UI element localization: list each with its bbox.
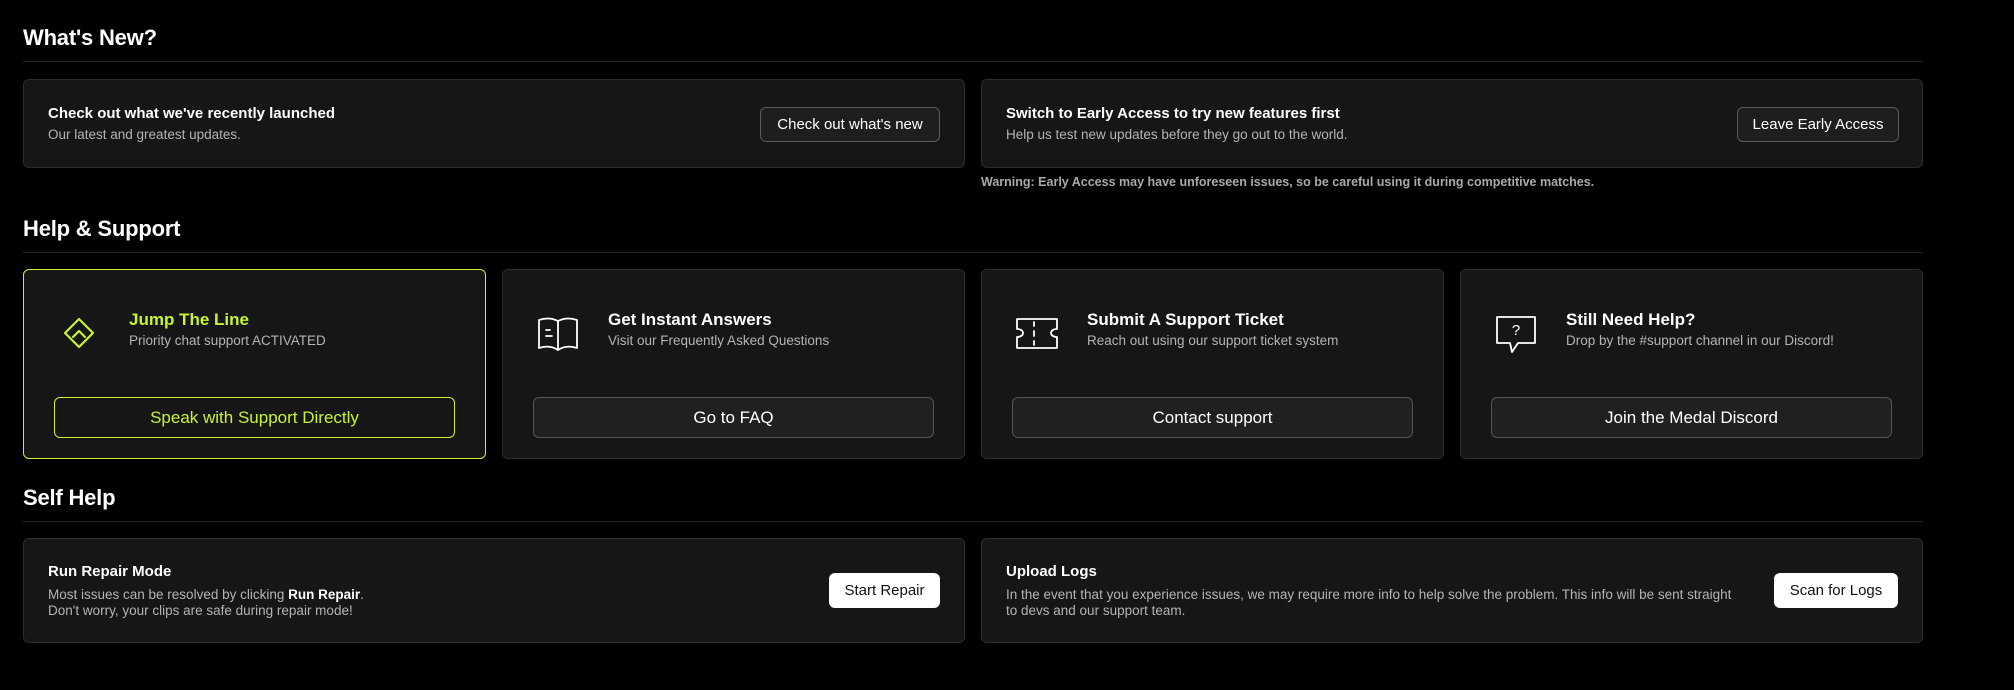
jump-the-line-title: Jump The Line: [129, 310, 249, 329]
still-need-help-title: Still Need Help?: [1566, 310, 1696, 329]
early-access-desc: Help us test new updates before they go …: [1006, 127, 1348, 142]
early-access-warning: Warning: Early Access may have unforesee…: [981, 175, 1595, 189]
repair-mode-card: Run Repair Mode Most issues can be resol…: [23, 538, 965, 643]
support-ticket-card: Submit A Support Ticket Reach out using …: [981, 269, 1444, 459]
section-divider: [23, 521, 1923, 522]
recent-launches-desc: Our latest and greatest updates.: [48, 127, 241, 142]
help-support-heading: Help & Support: [23, 216, 181, 241]
priority-diamond-icon: [63, 317, 95, 349]
leave-early-access-button[interactable]: Leave Early Access: [1737, 107, 1899, 142]
speak-with-support-button[interactable]: Speak with Support Directly: [54, 397, 455, 438]
book-icon: [538, 317, 578, 351]
question-bubble-icon: ?: [1496, 316, 1536, 353]
instant-answers-desc: Visit our Frequently Asked Questions: [608, 333, 830, 348]
start-repair-button[interactable]: Start Repair: [829, 573, 940, 608]
upload-logs-card: Upload Logs In the event that you experi…: [981, 538, 1923, 643]
jump-the-line-card: Jump The Line Priority chat support ACTI…: [23, 269, 486, 459]
go-to-faq-button[interactable]: Go to FAQ: [533, 397, 934, 438]
jump-the-line-desc: Priority chat support ACTIVATED: [129, 333, 326, 348]
repair-mode-title: Run Repair Mode: [48, 563, 172, 580]
section-divider: [23, 252, 1923, 253]
svg-text:?: ?: [1512, 322, 1520, 339]
contact-support-button[interactable]: Contact support: [1012, 397, 1413, 438]
early-access-title: Switch to Early Access to try new featur…: [1006, 105, 1340, 122]
upload-logs-title: Upload Logs: [1006, 563, 1097, 580]
whats-new-heading: What's New?: [23, 25, 157, 50]
settings-help-page: What's New? Check out what we've recentl…: [0, 0, 2014, 690]
repair-mode-desc: Most issues can be resolved by clicking …: [48, 587, 364, 618]
support-ticket-title: Submit A Support Ticket: [1087, 310, 1284, 329]
join-discord-button[interactable]: Join the Medal Discord: [1491, 397, 1892, 438]
support-ticket-desc: Reach out using our support ticket syste…: [1087, 333, 1339, 348]
upload-logs-desc: In the event that you experience issues,…: [1006, 587, 1732, 618]
scan-for-logs-button[interactable]: Scan for Logs: [1774, 573, 1898, 608]
section-divider: [23, 61, 1923, 62]
instant-answers-title: Get Instant Answers: [608, 310, 772, 329]
run-repair-emphasis: Run Repair: [288, 587, 361, 602]
recent-launches-card: Check out what we've recently launched O…: [23, 79, 965, 168]
early-access-card: Switch to Early Access to try new featur…: [981, 79, 1923, 168]
still-need-help-desc: Drop by the #support channel in our Disc…: [1566, 333, 1834, 348]
ticket-icon: [1016, 318, 1058, 349]
still-need-help-card: ? Still Need Help? Drop by the #support …: [1460, 269, 1923, 459]
check-whats-new-button[interactable]: Check out what's new: [760, 107, 940, 142]
instant-answers-card: Get Instant Answers Visit our Frequently…: [502, 269, 965, 459]
self-help-heading: Self Help: [23, 485, 116, 510]
recent-launches-title: Check out what we've recently launched: [48, 105, 335, 122]
